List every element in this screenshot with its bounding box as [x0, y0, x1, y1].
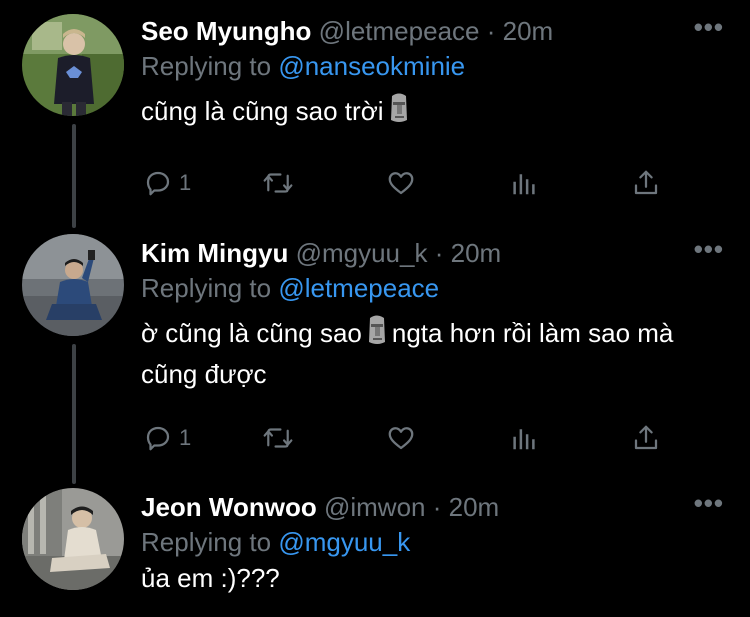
tweet-text: ủa em :)??? — [141, 563, 280, 593]
tweet-header: Jeon Wonwoo @imwon · 20m — [141, 490, 730, 524]
user-handle[interactable]: @letmepeace — [319, 16, 480, 46]
replying-prefix: Replying to — [141, 527, 272, 557]
mention-link[interactable]: @letmepeace — [278, 273, 439, 303]
share-button[interactable] — [631, 421, 661, 455]
tweet-header: Kim Mingyu @mgyuu_k · 20m — [141, 236, 730, 270]
more-options-icon[interactable]: ••• — [694, 490, 724, 524]
timestamp[interactable]: 20m — [451, 238, 502, 268]
reply-button[interactable]: 1 — [143, 421, 191, 455]
tweet-text-part: cũng là cũng sao trời — [141, 96, 384, 126]
replying-prefix: Replying to — [141, 273, 272, 303]
replying-to-line: Replying to @letmepeace — [141, 270, 730, 306]
reply-button[interactable]: 1 — [143, 166, 191, 200]
tweet[interactable]: Kim Mingyu @mgyuu_k · 20m ••• Replying t… — [0, 228, 750, 482]
analytics-icon — [509, 168, 539, 198]
reply-icon — [143, 168, 173, 198]
share-button[interactable] — [631, 166, 661, 200]
more-options-icon[interactable]: ••• — [694, 236, 724, 270]
reply-icon — [143, 423, 173, 453]
tweet-actions: 1 — [141, 421, 681, 455]
retweet-button[interactable] — [261, 166, 295, 200]
retweet-icon — [261, 423, 295, 453]
analytics-button[interactable] — [509, 421, 539, 455]
separator-dot: · — [434, 238, 444, 268]
separator-dot: · — [432, 492, 442, 522]
share-icon — [631, 168, 661, 198]
tweet-text-part: ờ cũng là cũng sao — [141, 318, 362, 348]
mention-link[interactable]: @mgyuu_k — [278, 527, 410, 557]
analytics-icon — [509, 423, 539, 453]
like-button[interactable] — [386, 166, 416, 200]
tweet[interactable]: Seo Myungho @letmepeace · 20m ••• Replyi… — [0, 0, 750, 228]
like-icon — [386, 168, 416, 198]
display-name[interactable]: Kim Mingyu — [141, 238, 288, 268]
avatar[interactable] — [22, 488, 124, 590]
tweet-text: cũng là cũng sao trời — [141, 92, 730, 134]
reply-count: 1 — [179, 170, 192, 195]
avatar[interactable] — [22, 14, 124, 116]
replying-to-line: Replying to @nanseokminie — [141, 48, 730, 84]
retweet-icon — [261, 168, 295, 198]
user-handle[interactable]: @mgyuu_k — [296, 238, 428, 268]
moai-emoji-icon — [366, 314, 388, 356]
timestamp[interactable]: 20m — [449, 492, 500, 522]
avatar[interactable] — [22, 234, 124, 336]
display-name[interactable]: Jeon Wonwoo — [141, 492, 317, 522]
like-icon — [386, 423, 416, 453]
retweet-button[interactable] — [261, 421, 295, 455]
more-options-icon[interactable]: ••• — [694, 14, 724, 48]
analytics-button[interactable] — [509, 166, 539, 200]
mention-link[interactable]: @nanseokminie — [278, 51, 465, 81]
replying-to-line: Replying to @mgyuu_k — [141, 524, 730, 560]
tweet[interactable]: Jeon Wonwoo @imwon · 20m ••• Replying to… — [0, 482, 750, 617]
like-button[interactable] — [386, 421, 416, 455]
display-name[interactable]: Seo Myungho — [141, 16, 311, 46]
tweet-actions: 1 — [141, 166, 681, 200]
moai-emoji-icon — [388, 92, 410, 134]
replying-prefix: Replying to — [141, 51, 272, 81]
user-handle[interactable]: @imwon — [324, 492, 426, 522]
tweet-text: ờ cũng là cũng sao ngta hơn rồi làm sao m… — [141, 314, 730, 393]
tweet-header: Seo Myungho @letmepeace · 20m — [141, 14, 730, 48]
reply-count: 1 — [179, 425, 192, 450]
separator-dot: · — [486, 16, 496, 46]
share-icon — [631, 423, 661, 453]
timestamp[interactable]: 20m — [503, 16, 554, 46]
